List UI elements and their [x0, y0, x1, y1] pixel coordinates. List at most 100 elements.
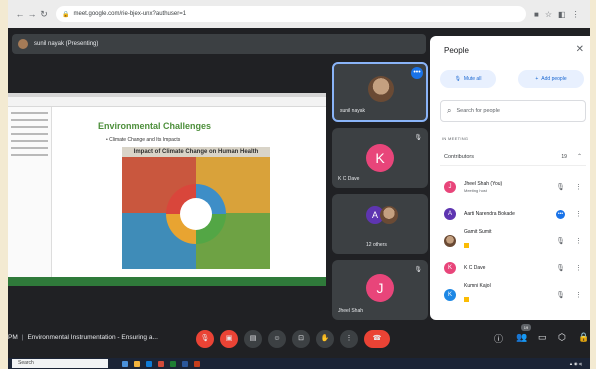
infographic-hub — [166, 184, 226, 244]
add-person-icon: + — [535, 76, 539, 82]
info-icon[interactable]: ⓘ — [494, 332, 503, 345]
extensions-icon[interactable]: ◧ — [558, 10, 566, 19]
participant-avatar: K — [444, 289, 456, 301]
mic-off-icon[interactable]: 🎙 — [556, 183, 565, 191]
taskbar-app-icon[interactable] — [194, 360, 200, 367]
forward-icon[interactable]: → — [26, 9, 38, 19]
mic-off-icon: 🎙 — [454, 76, 461, 82]
search-input[interactable]: ⌕ Search for people — [440, 100, 586, 122]
taskbar-apps — [122, 360, 200, 367]
participant-avatar: K — [444, 262, 456, 274]
section-label: IN MEETING — [442, 136, 469, 141]
captions-button[interactable]: ▤ — [244, 330, 262, 348]
group-count: 19 — [561, 153, 567, 160]
add-people-button[interactable]: + Add people — [518, 70, 584, 88]
mic-off-icon: 🎙 — [200, 335, 210, 342]
presenter-avatar — [18, 39, 28, 49]
participant-row[interactable]: J Jheel Shah (You) Meeting host 🎙 ⋮ — [440, 174, 586, 200]
contributors-group[interactable]: Contributors 19 ⌃ — [440, 148, 586, 166]
address-bar[interactable]: 🔒 meet.google.com/rie-bjex-unx?authuser=… — [56, 6, 526, 22]
participant-tile[interactable]: ••• sunil nayak — [332, 62, 428, 122]
participant-photo — [380, 206, 398, 224]
reload-icon[interactable]: ↻ — [38, 9, 50, 20]
time-label: PM — [8, 334, 18, 341]
tile-name: K C Dave — [338, 176, 360, 182]
participant-row[interactable]: A Aarti Narendra Bokade ••• ⋮ — [440, 201, 586, 227]
participant-name: Aarti Narendra Bokade — [464, 211, 515, 217]
participant-avatar: J — [366, 274, 394, 302]
participant-row[interactable]: K Kumni Kajol 🎙 ⋮ — [440, 282, 586, 308]
slide: Environmental Challenges • Climate Chang… — [92, 117, 278, 277]
panel-title: People — [444, 46, 469, 55]
back-icon[interactable]: ← — [14, 9, 26, 19]
browser-actions: ■ ☆ ◧ ⋮ — [534, 10, 580, 19]
hand-icon: ✋ — [320, 335, 330, 342]
slide-bullet: • Climate Change and Its Impacts — [106, 137, 181, 143]
meeting-controls-bar: PM | Environmental Instrumentation - Ensur… — [8, 322, 590, 358]
mic-off-icon: 🎙 — [414, 267, 422, 273]
camera-indicator-icon[interactable]: ■ — [534, 10, 539, 19]
mic-toggle-button[interactable]: 🎙 — [196, 330, 214, 348]
reactions-button[interactable]: ☺ — [268, 330, 286, 348]
participant-name: Kumni Kajol — [464, 283, 491, 289]
people-icon[interactable]: 👥 — [516, 332, 527, 343]
mic-off-icon[interactable]: 🎙 — [556, 264, 565, 272]
close-icon[interactable]: ✕ — [576, 44, 584, 55]
more-options-button[interactable]: ⋮ — [340, 330, 358, 348]
chevron-up-icon[interactable]: ⌃ — [577, 153, 582, 160]
tile-name: sunil nayak — [340, 108, 366, 114]
infographic-title: Impact of Climate Change on Human Health — [122, 147, 270, 157]
mic-off-icon[interactable]: 🎙 — [556, 291, 565, 299]
present-button[interactable]: ⊡ — [292, 330, 310, 348]
taskbar-app-icon[interactable] — [122, 360, 128, 367]
slide-bullet-text: Climate Change and Its Impacts — [109, 137, 181, 143]
leave-call-button[interactable]: ☎ — [364, 330, 390, 348]
menu-icon[interactable]: ⋮ — [572, 10, 580, 19]
star-icon[interactable]: ☆ — [545, 10, 552, 19]
mic-off-icon[interactable]: 🎙 — [556, 237, 565, 245]
raise-hand-button[interactable]: ✋ — [316, 330, 334, 348]
more-vert-icon[interactable]: ⋮ — [575, 264, 582, 272]
participant-info: K C Dave — [464, 265, 556, 271]
address-text: meet.google.com/rie-bjex-unx?authuser=1 — [73, 11, 187, 17]
lock-icon[interactable]: 🔒 — [578, 332, 589, 343]
system-tray[interactable]: ▲ ◉ ◂) — [569, 361, 582, 366]
taskbar-app-icon[interactable] — [170, 360, 176, 367]
activities-icon[interactable]: ⬡ — [558, 332, 566, 343]
search-icon: ⌕ — [447, 106, 452, 115]
screen: ← → ↻ 🔒 meet.google.com/rie-bjex-unx?aut… — [8, 0, 590, 369]
participant-avatar: A — [444, 208, 456, 220]
participant-tile[interactable]: J 🎙 Jheel Shah — [332, 260, 428, 320]
people-count-badge: 19 — [521, 324, 531, 331]
role-badge-icon — [464, 243, 469, 248]
more-vert-icon[interactable]: ⋮ — [575, 291, 582, 299]
taskbar-app-icon[interactable] — [182, 360, 188, 367]
more-vert-icon[interactable]: ⋮ — [575, 210, 582, 218]
participant-info: Gamit Sumit — [464, 229, 556, 253]
camera-toggle-button[interactable]: ▣ — [220, 330, 238, 348]
participant-role: Meeting host — [464, 188, 487, 193]
more-vert-icon[interactable]: ⋮ — [575, 237, 582, 245]
participant-avatar: J — [444, 181, 456, 193]
meeting-name: Environmental Instrumentation - Ensuring… — [27, 334, 158, 341]
participant-tile[interactable]: K 🎙 K C Dave — [332, 128, 428, 188]
chat-icon[interactable]: ▭ — [538, 332, 547, 343]
lock-icon: 🔒 — [62, 11, 70, 18]
participant-row[interactable]: K K C Dave 🎙 ⋮ — [440, 255, 586, 281]
taskbar-app-icon[interactable] — [158, 360, 164, 367]
participant-tile[interactable]: A 12 others — [332, 194, 428, 254]
taskbar-app-icon[interactable] — [146, 360, 152, 367]
shared-screen: Environmental Challenges • Climate Chang… — [8, 93, 326, 286]
add-people-label: Add people — [541, 76, 567, 82]
taskbar-app-icon[interactable] — [134, 360, 140, 367]
participant-info: Kumni Kajol — [464, 283, 556, 307]
taskbar-search[interactable]: Search — [12, 359, 108, 368]
more-options-icon[interactable]: ••• — [411, 67, 423, 79]
participant-name: K C Dave — [464, 265, 486, 271]
mute-all-button[interactable]: 🎙 Mute all — [440, 70, 496, 88]
more-vert-icon[interactable]: ⋮ — [575, 183, 582, 191]
present-icon: ⊡ — [298, 335, 304, 342]
participant-name: Gamit Sumit — [464, 229, 492, 235]
hang-up-icon: ☎ — [372, 335, 382, 342]
participant-row[interactable]: Gamit Sumit 🎙 ⋮ — [440, 228, 586, 254]
